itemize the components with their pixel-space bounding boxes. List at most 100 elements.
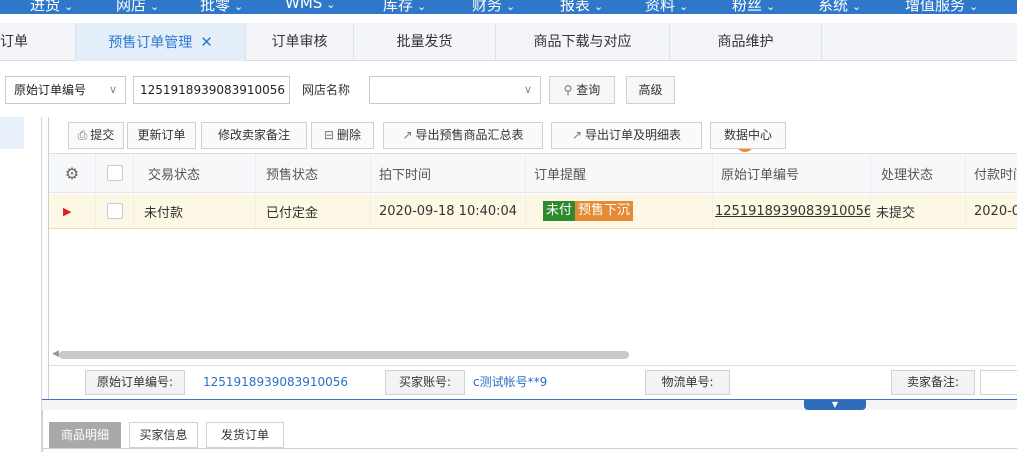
chevron-down-icon: ⌄ — [969, 0, 979, 13]
submit-icon: ⎙ — [77, 128, 88, 142]
col-order-time[interactable]: 拍下时间 — [371, 154, 526, 192]
info-seller-note-value — [980, 370, 1017, 395]
order-info-bar: 原始订单编号: 1251918939083910056 买家账号: c测试帐号*… — [48, 365, 1017, 399]
left-panel — [0, 117, 42, 452]
gear-icon[interactable]: ⚙ — [65, 164, 79, 183]
chevron-down-icon: ⌄ — [64, 0, 74, 13]
row-select-cell — [96, 194, 134, 228]
order-grid: ⚙ 交易状态 预售状态 拍下时间 订单提醒 原始订单编号 处理状态 付款时间 ▶… — [48, 153, 1017, 365]
info-buyer-label: 买家账号: — [385, 370, 465, 395]
order-number-link[interactable]: 1251918939083910056 — [715, 204, 870, 219]
tab-product-download[interactable]: 商品下载与对应 — [496, 23, 670, 61]
submit-button[interactable]: ⎙ 提交 — [68, 122, 124, 149]
cell-order-time: 2020-09-18 10:40:04 — [371, 194, 526, 228]
info-buyer-value: c测试帐号**9 — [473, 375, 548, 389]
delete-button[interactable]: ⊟ 删除 — [311, 122, 374, 149]
col-trade-status[interactable]: 交易状态 — [134, 154, 256, 192]
action-toolbar: ⎙ 提交 更新订单 修改卖家备注 ⊟ 删除 ↗ 导出预售商品汇总表 ↗ 导出订单及明细表… — [48, 117, 1017, 153]
chevron-down-icon: ⌄ — [594, 0, 604, 13]
nav-item-fans[interactable]: 粉丝 ⌄ — [732, 0, 775, 14]
scroll-left-icon[interactable]: ◀ — [52, 349, 59, 359]
advanced-search-button[interactable]: 高级 — [626, 76, 675, 104]
collapse-handle[interactable]: ▼ — [804, 400, 866, 410]
tag-unpaid: 未付 — [543, 201, 576, 221]
nav-item-data[interactable]: 资料 ⌄ — [645, 0, 688, 14]
tab-buyer-info[interactable]: 买家信息 — [129, 422, 198, 448]
detail-tabs: 商品明细 买家信息 发货订单 — [42, 410, 1017, 452]
export-presale-summary-button[interactable]: ↗ 导出预售商品汇总表 — [383, 122, 543, 149]
tab-batch-shipping[interactable]: 批量发货 — [354, 23, 496, 61]
chevron-down-icon: ⌄ — [417, 0, 427, 13]
current-row-arrow: ▶ — [49, 194, 96, 228]
nav-item-inventory[interactable]: 库存 ⌄ — [383, 0, 426, 14]
nav-item-reports[interactable]: 报表 ⌄ — [560, 0, 603, 14]
tag-presale-sink: 预售下沉 — [575, 201, 634, 221]
order-number-input[interactable]: 1251918939083910056 — [133, 76, 290, 104]
col-process-status[interactable]: 处理状态 — [871, 154, 966, 192]
cell-original-order-no: 1251918939083910056 — [713, 194, 871, 228]
tab-divider — [43, 448, 1017, 449]
col-presale-status[interactable]: 预售状态 — [256, 154, 371, 192]
col-pay-time[interactable]: 付款时间 — [966, 154, 1017, 192]
search-icon: ⚲ — [563, 83, 573, 97]
shop-name-label: 网店名称 — [302, 83, 351, 97]
search-field-select[interactable]: 原始订单编号 ∨ — [5, 76, 126, 104]
chevron-down-icon: ∨ — [108, 83, 117, 96]
shop-name-select[interactable]: ∨ — [369, 76, 541, 104]
play-arrow-icon: ▶ — [63, 204, 72, 218]
close-icon[interactable]: ✕ — [200, 33, 213, 51]
export-order-detail-button[interactable]: ↗ 导出订单及明细表 — [551, 122, 702, 149]
chevron-down-icon: ⌄ — [852, 0, 862, 13]
tab-presale-order-management[interactable]: 预售订单管理 ✕ — [76, 23, 246, 61]
cell-presale-status: 已付定金 — [256, 194, 371, 228]
top-nav-bar: 进货 ⌄ 网店 ⌄ 批零 ⌄ WMS ⌄ 库存 ⌄ 财务 ⌄ 报表 ⌄ 资料 ⌄ 粉丝 ⌄ 系统 ⌄… — [0, 0, 1017, 14]
info-seller-note-label: 卖家备注: — [891, 370, 975, 395]
chevron-down-icon: ⌄ — [506, 0, 516, 13]
nav-item-system[interactable]: 系统 ⌄ — [818, 0, 861, 14]
col-order-reminder[interactable]: 订单提醒 — [526, 154, 713, 192]
tab-product-maintenance[interactable]: 商品维护 — [670, 23, 822, 61]
delete-icon: ⊟ — [323, 128, 335, 142]
nav-item-wms[interactable]: WMS ⌄ — [285, 0, 336, 12]
grid-header: ⚙ 交易状态 预售状态 拍下时间 订单提醒 原始订单编号 处理状态 付款时间 — [49, 154, 1017, 193]
cell-pay-time: 2020-09 — [974, 203, 1017, 219]
edit-seller-note-button[interactable]: 修改卖家备注 — [201, 122, 307, 149]
info-order-no-label: 原始订单编号: — [85, 370, 185, 395]
row-checkbox[interactable] — [106, 203, 123, 219]
left-panel-selected-item[interactable] — [0, 117, 24, 149]
tab-strip: 订单 预售订单管理 ✕ 订单审核 批量发货 商品下载与对应 商品维护 — [0, 23, 1017, 61]
col-original-order-no[interactable]: 原始订单编号 — [713, 154, 871, 192]
tab-shipping-orders[interactable]: 发货订单 — [206, 422, 284, 448]
export-icon: ↗ — [571, 128, 583, 142]
chevron-down-icon: ⌄ — [234, 0, 244, 13]
tab-product-detail[interactable]: 商品明细 — [49, 422, 121, 448]
cell-trade-status: 未付款 — [134, 194, 256, 228]
tab-order-review[interactable]: 订单审核 — [246, 23, 354, 61]
chevron-down-icon: ∨ — [523, 83, 532, 96]
update-order-button[interactable]: 更新订单 — [127, 122, 196, 149]
data-center-button[interactable]: 数据中心 — [710, 122, 786, 149]
export-icon: ↗ — [402, 128, 413, 142]
info-order-no-value: 1251918939083910056 — [203, 375, 349, 389]
chevron-down-icon: ⌄ — [679, 0, 689, 13]
select-all-checkbox[interactable] — [106, 165, 123, 181]
panel-splitter[interactable]: ▼ — [42, 399, 1017, 410]
chevron-down-icon: ⌄ — [326, 0, 336, 11]
horizontal-scrollbar-thumb[interactable] — [59, 351, 629, 359]
chevron-down-icon: ⌄ — [150, 0, 160, 13]
nav-item-value-added[interactable]: 增值服务 ⌄ — [905, 0, 978, 14]
table-row[interactable]: ▶ 未付款 已付定金 2020-09-18 10:40:04 未付 预售下沉 12… — [49, 194, 1017, 229]
nav-item-finance[interactable]: 财务 ⌄ — [472, 0, 515, 14]
tab-orders[interactable]: 订单 — [0, 23, 76, 61]
select-all-cell — [96, 154, 134, 192]
nav-item-online-shop[interactable]: 网店 ⌄ — [116, 0, 159, 14]
chevron-down-icon: ▼ — [831, 400, 839, 409]
query-button[interactable]: ⚲ 查询 — [549, 76, 615, 104]
cell-order-reminder: 未付 预售下沉 — [526, 194, 713, 228]
cell-process-status: 未提交 — [871, 194, 966, 228]
search-row: 原始订单编号 ∨ 1251918939083910056 网店名称 ∨ ⚲ 查询… — [0, 61, 1017, 117]
nav-item-purchase[interactable]: 进货 ⌄ — [30, 0, 73, 14]
column-settings[interactable]: ⚙ — [49, 154, 96, 192]
nav-item-wholesale[interactable]: 批零 ⌄ — [200, 0, 243, 14]
chevron-down-icon: ⌄ — [766, 0, 776, 13]
